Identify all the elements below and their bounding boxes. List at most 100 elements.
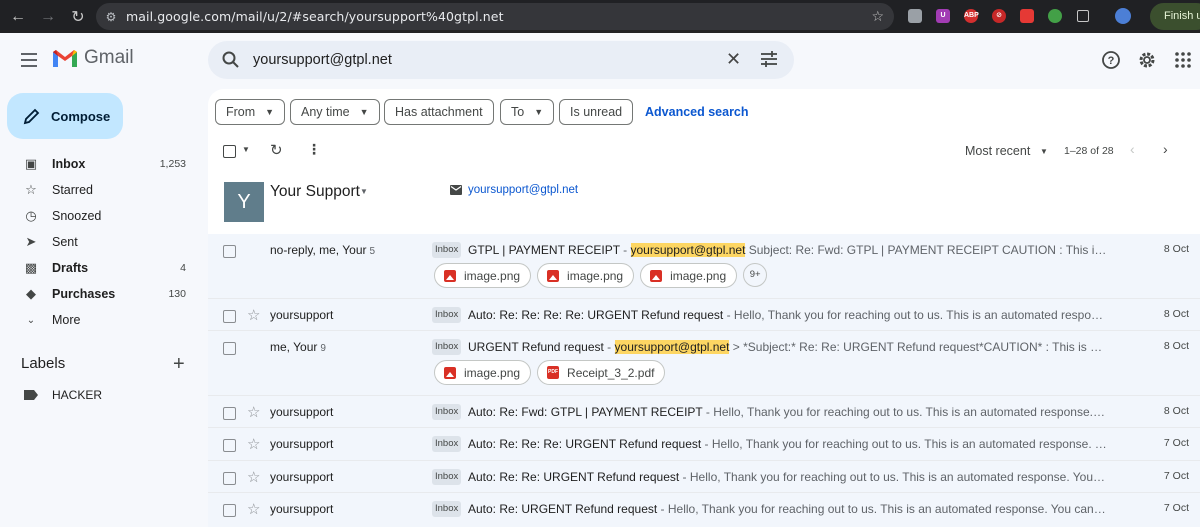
- next-page-icon[interactable]: ›: [1163, 141, 1168, 157]
- contact-avatar[interactable]: Y: [224, 182, 264, 222]
- sidebar-item-snoozed[interactable]: ◷ Snoozed: [0, 203, 208, 229]
- bookmark-star-icon[interactable]: ☆: [871, 8, 884, 25]
- attachment-chip[interactable]: image.png: [640, 263, 738, 288]
- attachment-chip[interactable]: image.png: [434, 360, 532, 385]
- site-info-icon[interactable]: ⚙: [96, 10, 126, 24]
- pdf-file-icon: PDF: [547, 366, 560, 379]
- row-checkbox[interactable]: [223, 407, 236, 420]
- puzzle-extensions-icon[interactable]: [1072, 5, 1094, 27]
- advanced-search-link[interactable]: Advanced search: [645, 105, 749, 119]
- adblock-extension-icon[interactable]: ABP: [960, 5, 982, 27]
- filter-attachment-chip[interactable]: Has attachment: [384, 99, 494, 125]
- attachment-chip[interactable]: PDF Receipt_3_2.pdf: [537, 360, 666, 385]
- more-attachments-chip[interactable]: 9+: [743, 263, 768, 287]
- star-toggle-icon[interactable]: ☆: [247, 468, 260, 486]
- refresh-icon[interactable]: ↻: [270, 141, 283, 159]
- search-bar[interactable]: yoursupport@gtpl.net ✕: [208, 41, 794, 79]
- reload-icon[interactable]: ↻: [64, 3, 92, 31]
- sidebar-item-label: Purchases: [52, 287, 116, 301]
- filter-time-chip[interactable]: Any time ▼: [290, 99, 380, 125]
- contact-name[interactable]: Your Support: [270, 183, 360, 201]
- sidebar-item-starred[interactable]: ☆ Starred: [0, 177, 208, 203]
- previous-page-icon[interactable]: ‹: [1130, 141, 1135, 157]
- email-sender: yoursupport: [270, 308, 333, 322]
- filter-unread-chip[interactable]: Is unread: [559, 99, 634, 125]
- row-checkbox[interactable]: [223, 245, 236, 258]
- inbox-badge: Inbox: [432, 307, 462, 323]
- attachment-chips: image.png PDF Receipt_3_2.pdf: [434, 360, 666, 385]
- sidebar-item-drafts[interactable]: ▩ Drafts 4: [0, 255, 208, 281]
- email-row[interactable]: ☆ yoursupport Inbox Auto: Re: URGENT Ref…: [208, 493, 1200, 527]
- sidebar-item-label: Drafts: [52, 261, 89, 275]
- attachment-chip[interactable]: image.png: [537, 263, 635, 288]
- star-toggle-icon[interactable]: ☆: [247, 306, 260, 324]
- search-input[interactable]: yoursupport@gtpl.net: [253, 52, 392, 68]
- sidebar-item-inbox[interactable]: ▣ Inbox 1,253: [0, 151, 208, 177]
- gmail-logo[interactable]: Gmail: [52, 47, 134, 69]
- sender-names: yoursupport: [270, 308, 334, 322]
- finish-up-button[interactable]: Finish up: [1150, 3, 1200, 30]
- row-checkbox[interactable]: [223, 504, 236, 517]
- sidebar-item-sent[interactable]: ➤ Sent: [0, 229, 208, 255]
- email-preview-line: Auto: Re: Re: Re: URGENT Refund request …: [468, 437, 1108, 451]
- labels-heading: Labels: [21, 355, 66, 372]
- email-row[interactable]: ☆ yoursupport Inbox Auto: Re: Re: Re: UR…: [208, 428, 1200, 461]
- select-all-checkbox[interactable]: [223, 145, 236, 158]
- chip-label: Is unread: [570, 105, 623, 119]
- contact-email-link[interactable]: yoursupport@gtpl.net: [468, 184, 578, 196]
- star-toggle-icon[interactable]: ☆: [247, 435, 260, 453]
- search-icon[interactable]: [222, 51, 240, 69]
- separator: -: [723, 308, 734, 322]
- clear-search-icon[interactable]: ✕: [726, 49, 741, 70]
- row-checkbox[interactable]: [223, 310, 236, 323]
- row-checkbox[interactable]: [223, 439, 236, 452]
- email-snippet: Hello, Thank you for reaching out to us.…: [689, 470, 1108, 484]
- apps-grid-icon[interactable]: [1173, 50, 1193, 70]
- email-row[interactable]: no-reply, me, Your 5 Inbox GTPL | PAYMENT…: [208, 234, 1200, 299]
- profile-avatar-icon[interactable]: [1112, 5, 1134, 27]
- sidebar-item-purchases[interactable]: ◆ Purchases 130: [0, 281, 208, 307]
- email-row[interactable]: ☆ yoursupport Inbox Auto: Re: Re: URGENT…: [208, 461, 1200, 493]
- search-options-icon[interactable]: [760, 50, 778, 68]
- add-label-icon[interactable]: +: [173, 353, 185, 376]
- filter-to-chip[interactable]: To ▼: [500, 99, 555, 125]
- email-snippet: Hello, Thank you for reaching out to us.…: [711, 437, 1108, 451]
- shield-extension-icon[interactable]: [1016, 5, 1038, 27]
- filter-from-chip[interactable]: From ▼: [215, 99, 286, 125]
- tag-icon: ◆: [26, 286, 36, 301]
- star-toggle-icon[interactable]: ☆: [247, 403, 260, 421]
- email-row[interactable]: ☆ yoursupport Inbox Auto: Re: Re: Re: Re…: [208, 299, 1200, 331]
- sidebar-item-count: 4: [180, 262, 186, 274]
- email-preview-line: GTPL | PAYMENT RECEIPT - yoursupport@gtp…: [468, 243, 1108, 257]
- settings-gear-icon[interactable]: [1137, 50, 1157, 70]
- sort-caret-icon[interactable]: ▼: [1040, 147, 1048, 156]
- sidebar-label-hacker[interactable]: HACKER: [24, 388, 102, 402]
- chip-label: From: [226, 105, 256, 119]
- forward-icon[interactable]: →: [34, 3, 62, 31]
- compose-button[interactable]: Compose: [7, 93, 123, 139]
- row-checkbox[interactable]: [223, 472, 236, 485]
- more-options-icon[interactable]: ⋮: [307, 141, 321, 158]
- thread-count: 5: [369, 246, 376, 257]
- row-checkbox[interactable]: [223, 342, 236, 355]
- back-icon[interactable]: ←: [4, 3, 32, 31]
- sort-dropdown[interactable]: Most recent: [965, 144, 1030, 158]
- grammar-extension-icon[interactable]: [1044, 5, 1066, 27]
- select-options-caret-icon[interactable]: ▼: [242, 145, 250, 154]
- email-row[interactable]: me, Your 9 Inbox URGENT Refund request - …: [208, 331, 1200, 396]
- contact-caret-icon[interactable]: ▼: [360, 187, 368, 196]
- blocker-extension-icon[interactable]: ⊘: [988, 5, 1010, 27]
- email-snippet: Hello, Thank you for reaching out to us.…: [713, 405, 1108, 419]
- star-toggle-icon[interactable]: ☆: [247, 500, 260, 518]
- attachment-chip[interactable]: image.png: [434, 263, 532, 288]
- sidebar-item-label: Starred: [52, 183, 93, 197]
- address-bar[interactable]: ⚙ mail.google.com/mail/u/2/#search/yours…: [96, 3, 894, 30]
- attachment-chips: image.png image.png image.png 9+: [434, 263, 768, 288]
- help-icon[interactable]: ?: [1101, 50, 1121, 70]
- main-menu-icon[interactable]: [19, 50, 39, 70]
- ublock-extension-icon[interactable]: U: [932, 5, 954, 27]
- search-highlight: yoursupport@gtpl.net: [614, 340, 730, 354]
- email-row[interactable]: ☆ yoursupport Inbox Auto: Re: Fwd: GTPL …: [208, 396, 1200, 428]
- camera-extension-icon[interactable]: [904, 5, 926, 27]
- sidebar-item-more[interactable]: ⌄ More: [0, 307, 208, 333]
